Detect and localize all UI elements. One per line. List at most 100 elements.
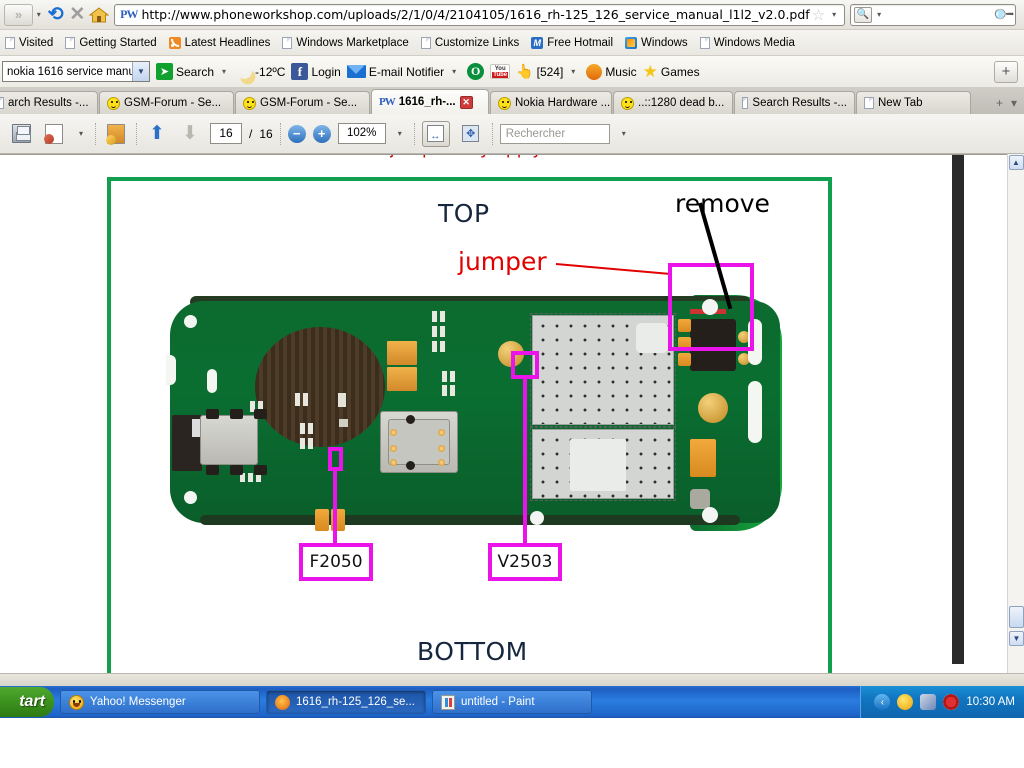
taskbar-item-label: untitled - Paint: [461, 696, 535, 708]
folder-icon: [5, 36, 15, 49]
page-number-input[interactable]: 16: [210, 123, 242, 144]
print-dropdown-caret[interactable]: ▾: [74, 129, 88, 138]
pw-icon: PW: [379, 96, 396, 108]
tab-pdf-active[interactable]: PW 1616_rh-... ✕: [371, 89, 489, 114]
tab-label: ..::1280 dead b...: [638, 97, 725, 109]
zoom-in-button[interactable]: +: [312, 124, 331, 143]
print-icon[interactable]: [41, 121, 67, 147]
opera-link-button[interactable]: O: [467, 63, 485, 80]
search-bar[interactable]: 🔍 ▾ 🔍: [850, 2, 1016, 26]
search-icon: 🔍: [991, 2, 1015, 26]
games-button[interactable]: ★ Games: [643, 63, 700, 80]
search-engine-icon[interactable]: 🔍: [854, 6, 873, 23]
tab-bar: arch Results -... GSM-Forum - Se... GSM-…: [0, 88, 1024, 114]
smiley-icon: [621, 96, 634, 110]
bookmark-item[interactable]: Latest Headlines: [164, 35, 276, 51]
star-icon[interactable]: ☆: [810, 6, 827, 24]
tab-search-results-1[interactable]: arch Results -...: [0, 91, 98, 114]
toolbar-separator: [491, 122, 493, 145]
messenger-tray-icon[interactable]: [897, 694, 914, 710]
save-icon[interactable]: [8, 121, 34, 147]
tab-search-results-2[interactable]: Search Results -...: [734, 91, 855, 114]
start-button[interactable]: tart: [0, 687, 54, 717]
tab-nokia-hardware[interactable]: Nokia Hardware ...: [490, 91, 612, 114]
fit-width-icon[interactable]: [421, 120, 450, 147]
pdf-content-area[interactable]: jumper way apply TOP BOTTOM jumper remov…: [0, 154, 1024, 673]
tab-label: GSM-Forum - Se...: [124, 97, 222, 109]
reload-icon[interactable]: ⟲: [45, 3, 67, 27]
taskbar-item-firefox-pdf[interactable]: 1616_rh-125_126_se...: [266, 690, 426, 714]
email-notifier-button[interactable]: E-mail Notifier ▾: [346, 65, 461, 79]
network-tray-icon[interactable]: [920, 694, 937, 710]
vertical-scrollbar[interactable]: ▲ ▼: [1007, 154, 1024, 673]
bookmark-item[interactable]: Windows Marketplace: [277, 35, 413, 51]
rss-icon: [168, 36, 181, 49]
chevron-down-icon[interactable]: ▼: [132, 62, 149, 81]
bookmark-item[interactable]: Windows: [620, 35, 693, 51]
bookmark-item[interactable]: Visited: [0, 35, 58, 51]
zoom-out-button[interactable]: −: [287, 124, 306, 143]
tab-1280-dead-b[interactable]: ..::1280 dead b...: [613, 91, 733, 114]
music-button[interactable]: Music: [586, 63, 637, 80]
taskbar-item-label: Yahoo! Messenger: [90, 696, 186, 708]
arrow-down-icon[interactable]: ⬇: [177, 121, 203, 147]
bookmark-label: Windows Media: [713, 36, 795, 49]
label-f2050: F2050: [299, 543, 373, 581]
tab-new-tab[interactable]: New Tab: [856, 91, 971, 114]
tray-expand-icon[interactable]: ‹: [874, 694, 891, 710]
taskbar-item-paint[interactable]: untitled - Paint: [432, 690, 592, 714]
scrollbar-thumb[interactable]: [1009, 606, 1024, 628]
facebook-login-button[interactable]: f Login: [291, 63, 341, 80]
tab-label: Nokia Hardware ...: [515, 97, 611, 109]
bookmark-label: Getting Started: [79, 36, 157, 49]
arrow-up-icon[interactable]: ⬆: [144, 121, 170, 147]
tabbar-controls: + ▾: [996, 96, 1024, 114]
toolbar-search-input[interactable]: nokia 1616 service manua ▼: [2, 61, 150, 82]
toolbar-search-button[interactable]: ➤ Search ▾: [156, 63, 231, 80]
tab-label: 1616_rh-...: [398, 96, 456, 108]
v2503-leader-line: [523, 377, 527, 543]
home-icon[interactable]: [88, 3, 110, 27]
bookmark-item[interactable]: M Free Hotmail: [526, 35, 618, 51]
zoom-dropdown-caret[interactable]: ▾: [393, 129, 407, 138]
email-document-icon[interactable]: [103, 121, 129, 147]
counter-button[interactable]: 👆 [524] ▾: [516, 63, 580, 80]
system-tray: ‹ 10:30 AM: [860, 686, 1024, 718]
list-all-tabs-button[interactable]: ▾: [1011, 96, 1017, 110]
chevron-down-icon[interactable]: ▾: [447, 67, 461, 76]
new-tab-button[interactable]: +: [996, 96, 1003, 110]
games-label: Games: [660, 64, 700, 79]
fit-page-icon[interactable]: ✥: [457, 121, 485, 147]
bookmark-item[interactable]: Getting Started: [60, 35, 161, 51]
chevron-down-icon[interactable]: ▾: [217, 67, 231, 76]
taskbar-item-yahoo-messenger[interactable]: Yahoo! Messenger: [60, 690, 260, 714]
tab-label: Search Results -...: [752, 97, 847, 109]
history-dropdown-caret[interactable]: ▾: [33, 10, 45, 19]
bookmark-item[interactable]: Windows Media: [695, 35, 800, 51]
chevron-down-icon[interactable]: ▾: [566, 67, 580, 76]
page-gutter: [952, 155, 964, 664]
chevron-down-icon[interactable]: ▾: [827, 10, 841, 19]
antivirus-tray-icon[interactable]: [943, 694, 960, 710]
zoom-level-input[interactable]: 102%: [337, 123, 386, 144]
address-bar[interactable]: PW http://www.phoneworkshop.com/uploads/…: [114, 3, 846, 26]
weather-widget[interactable]: -12ºC: [237, 64, 285, 79]
page-icon: [0, 97, 4, 109]
find-input[interactable]: Rechercher: [499, 123, 610, 144]
back-forward-button[interactable]: »: [4, 3, 33, 26]
taskbar-clock[interactable]: 10:30 AM: [966, 696, 1015, 708]
bookmark-label: Visited: [19, 36, 54, 49]
clipped-heading: jumper way apply: [390, 155, 575, 158]
add-toolbar-button[interactable]: +: [994, 60, 1018, 83]
bookmark-item[interactable]: Customize Links: [416, 35, 524, 51]
tab-gsm-forum-1[interactable]: GSM-Forum - Se...: [99, 91, 234, 114]
search-engine-caret[interactable]: ▾: [872, 10, 886, 19]
scroll-down-button[interactable]: ▼: [1009, 631, 1024, 646]
youtube-button[interactable]: You Tube: [490, 64, 511, 79]
bookmark-label: Customize Links: [434, 36, 520, 49]
close-icon[interactable]: ✕: [459, 95, 473, 109]
scroll-up-button[interactable]: ▲: [1008, 155, 1024, 170]
stop-icon[interactable]: ✕: [66, 3, 88, 27]
tab-gsm-forum-2[interactable]: GSM-Forum - Se...: [235, 91, 370, 114]
find-dropdown-caret[interactable]: ▾: [617, 129, 631, 138]
